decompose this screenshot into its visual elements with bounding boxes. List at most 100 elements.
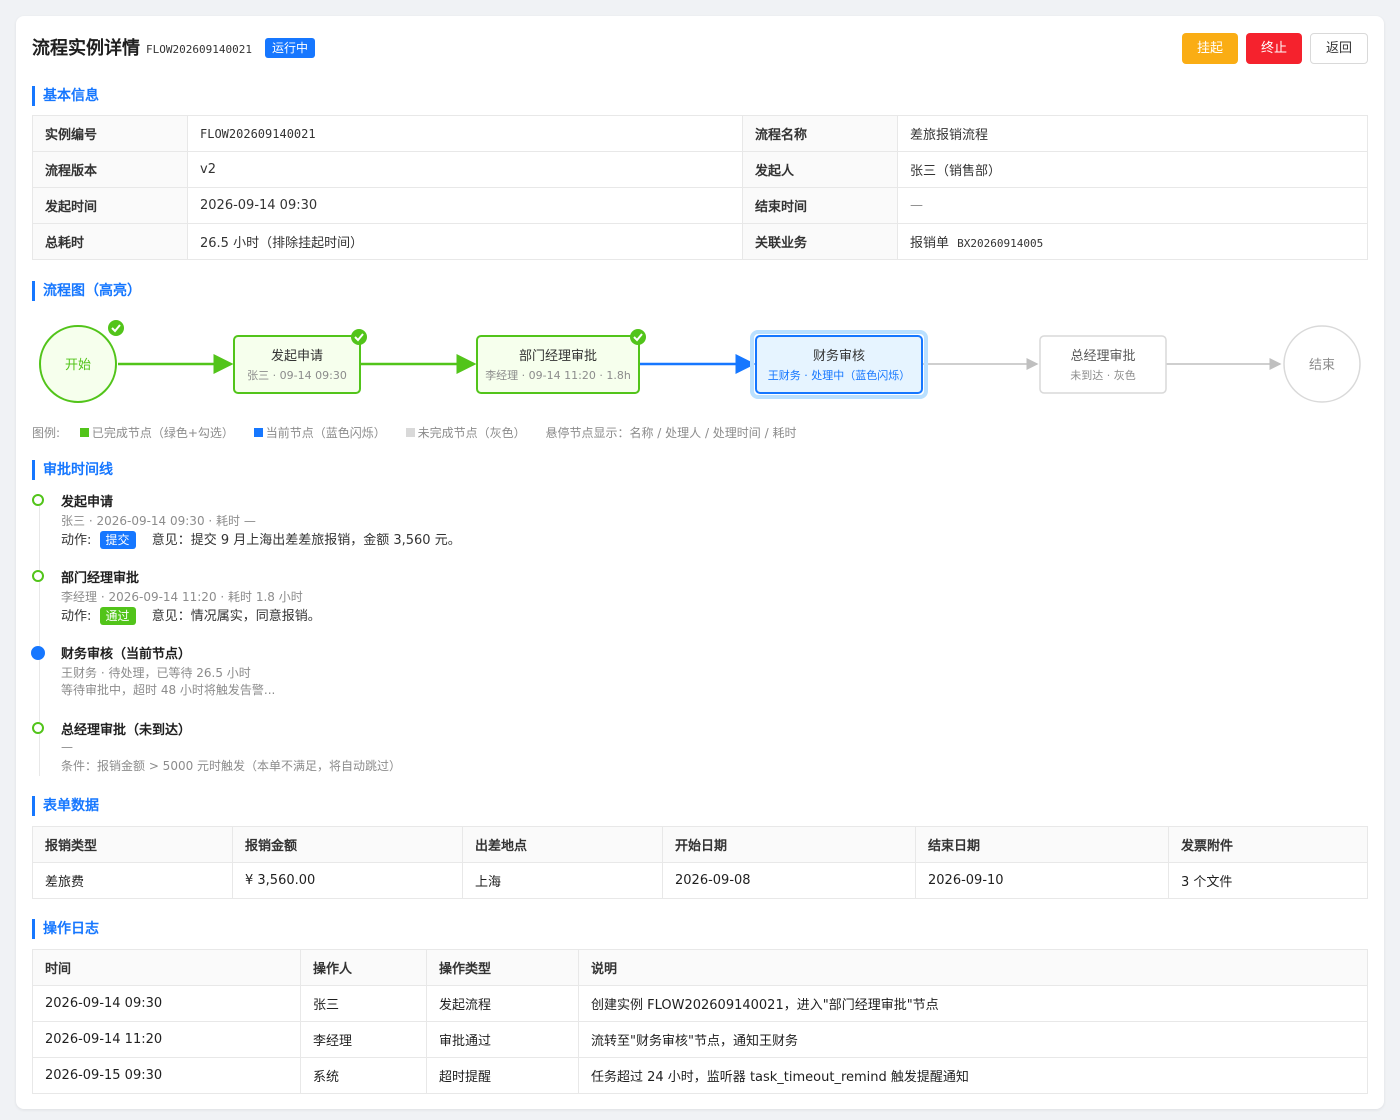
flow-node-sub: 未到达 · 灰色 [1070,368,1136,382]
instance-id: FLOW202609140021 [146,43,252,56]
table-row: 发起时间 2026-09-14 09:30 结束时间 — [32,187,1368,224]
timeline-dot-current [31,646,45,660]
timeline-meta: 李经理 · 2026-09-14 11:20 · 耗时 1.8 小时 [61,590,303,604]
timeline-title: 财务审核（当前节点） [61,647,192,662]
column-header: 时间 [32,949,301,986]
timeline-note: 条件：报销金额 > 5000 元时触发（本单不满足，将自动跳过） [61,759,402,773]
table-row: 差旅费 ¥ 3,560.00 上海 2026-09-08 2026-09-10 … [32,862,1368,899]
timeline-meta: 张三 · 2026-09-14 09:30 · 耗时 — [61,514,256,528]
table-cell: 创建实例 FLOW202609140021，进入"部门经理审批"节点 [578,985,1368,1022]
flow-node-end[interactable]: 结束 [1283,325,1361,403]
timeline-action-line: 动作: 通过 意见：情况属实，同意报销。 [61,605,321,625]
column-header: 操作类型 [426,949,579,986]
section-title-timeline: 审批时间线 [32,460,113,480]
action-tag-approve: 通过 [99,607,136,625]
table-header-row: 报销类型 报销金额 出差地点 开始日期 结束日期 发票附件 [32,826,1368,863]
table-cell: 2026-09-08 [662,862,916,899]
table-cell: 流转至"财务审核"节点，通知王财务 [578,1021,1368,1058]
check-icon [108,320,124,336]
instance-detail-card: 流程实例详情 FLOW202609140021 运行中 挂起 终止 返回 基本信… [16,16,1384,1109]
info-value-business: 报销单 BX20260914005 [897,223,1368,260]
action-label: 动作: [61,609,92,624]
info-value-flow-name: 差旅报销流程 [897,115,1368,152]
table-cell: 任务超过 24 小时，监听器 task_timeout_remind 触发提醒通… [578,1057,1368,1094]
table-cell: 审批通过 [426,1021,579,1058]
legend-label: 图例: [32,426,61,440]
info-value-duration: 26.5 小时（排除挂起时间） [187,223,743,260]
terminate-button[interactable]: 终止 [1246,33,1302,64]
table-cell: 差旅费 [32,862,233,899]
table-row: 2026-09-14 09:30 张三 发起流程 创建实例 FLOW202609… [32,985,1368,1022]
flow-node-submit[interactable]: 发起申请 张三 · 09-14 09:30 [233,335,361,394]
table-row: 2026-09-14 11:20 李经理 审批通过 流转至"财务审核"节点，通知… [32,1021,1368,1058]
timeline-action-line: 动作: 提交 意见：提交 9 月上海出差差旅报销，金额 3,560 元。 [61,529,461,549]
action-comment: 意见：情况属实，同意报销。 [151,609,321,624]
legend-pending: 未完成节点（灰色） [417,426,526,440]
flow-node-start-label: 开始 [65,358,91,373]
table-cell: 2026-09-14 09:30 [32,985,301,1022]
info-label: 关联业务 [742,223,898,260]
column-header: 操作人 [300,949,427,986]
table-cell: 上海 [462,862,663,899]
section-title-log: 操作日志 [32,919,99,939]
info-label: 总耗时 [32,223,188,260]
table-row: 总耗时 26.5 小时（排除挂起时间） 关联业务 报销单 BX202609140… [32,223,1368,260]
timeline-title: 部门经理审批 [61,571,140,586]
timeline-line [39,506,40,776]
flow-node-title: 发起申请 [271,348,323,364]
table-cell: 发起流程 [426,985,579,1022]
timeline-dot-pending [32,722,44,734]
page-title: 流程实例详情 [32,38,140,59]
flow-node-sub: 王财务 · 处理中（蓝色闪烁） [768,368,911,382]
table-cell: ¥ 3,560.00 [232,862,463,899]
legend-swatch-pending [405,428,415,437]
table-row: 实例编号 FLOW202609140021 流程名称 差旅报销流程 [32,115,1368,152]
section-title-basic: 基本信息 [32,86,99,106]
attachments-link[interactable]: 3 个文件 [1168,862,1368,899]
back-button[interactable]: 返回 [1310,33,1368,64]
column-header: 结束日期 [915,826,1169,863]
column-header: 出差地点 [462,826,663,863]
table-cell: 2026-09-15 09:30 [32,1057,301,1094]
table-cell: 李经理 [300,1021,427,1058]
info-label: 实例编号 [32,115,188,152]
form-data-table: 报销类型 报销金额 出差地点 开始日期 结束日期 发票附件 差旅费 ¥ 3,56… [32,826,1368,899]
info-value-initiator: 张三（销售部） [897,151,1368,188]
column-header: 报销类型 [32,826,233,863]
business-prefix: 报销单 [910,236,950,251]
flow-node-manager[interactable]: 部门经理审批 李经理 · 09-14 11:20 · 1.8h [476,335,640,394]
flow-node-start[interactable]: 开始 [39,325,117,403]
table-cell: 2026-09-10 [915,862,1169,899]
info-label: 结束时间 [742,187,898,224]
column-header: 说明 [578,949,1368,986]
timeline-meta: — [61,740,73,754]
table-cell: 张三 [300,985,427,1022]
legend-swatch-done [79,428,89,437]
table-cell: 超时提醒 [426,1057,579,1094]
timeline-dot-done [32,570,44,582]
action-label: 动作: [61,533,92,548]
flow-node-finance[interactable]: 财务审核 王财务 · 处理中（蓝色闪烁） [750,330,928,399]
legend-swatch-current [253,428,263,437]
diagram-legend: 图例: 已完成节点（绿色+勾选） 当前节点（蓝色闪烁） 未完成节点（灰色） 悬停… [32,424,796,442]
column-header: 开始日期 [662,826,916,863]
timeline-title: 发起申请 [61,495,114,510]
flow-node-title: 总经理审批 [1070,349,1135,364]
check-icon [351,329,367,345]
info-label: 发起人 [742,151,898,188]
suspend-button[interactable]: 挂起 [1182,33,1238,64]
timeline-meta: 王财务 · 待处理，已等待 26.5 小时 [61,666,251,680]
column-header: 发票附件 [1168,826,1368,863]
flow-node-gm[interactable]: 总经理审批 未到达 · 灰色 [1039,335,1167,394]
info-value-instance-no: FLOW202609140021 [187,115,743,152]
info-label: 发起时间 [32,187,188,224]
status-badge: 运行中 [265,38,316,58]
action-tag-submit: 提交 [99,531,136,549]
info-label: 流程名称 [742,115,898,152]
table-cell: 系统 [300,1057,427,1094]
section-title-form: 表单数据 [32,796,99,816]
info-value-end-time: — [897,187,1368,224]
info-value-version: v2 [187,151,743,188]
timeline-note: 等待审批中，超时 48 小时将触发告警... [61,683,276,697]
business-link[interactable]: BX20260914005 [957,237,1043,250]
